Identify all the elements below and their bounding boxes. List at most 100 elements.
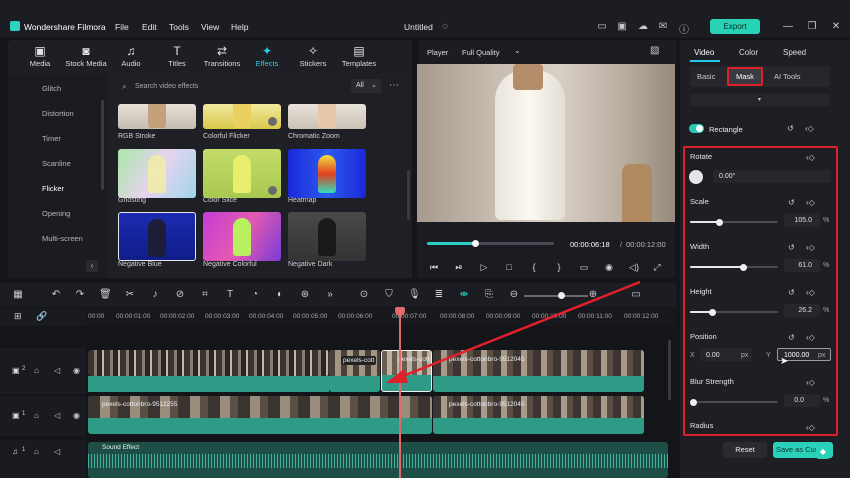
timeline-clip[interactable]: pexels-cottonbro-9512045 [433,396,644,434]
reset-icon[interactable]: ↺ [788,243,795,252]
blur-slider-knob[interactable] [689,398,697,406]
playback-progress[interactable] [427,240,554,247]
play-icon[interactable]: ▷ [478,262,490,273]
eye-icon[interactable]: ◉ [73,366,80,375]
timeline-clip[interactable]: pexels-cott [329,350,380,392]
ai-icon[interactable]: ⎘ [483,289,495,300]
keyframe-icon[interactable]: ‹◇ [806,333,815,342]
info-icon[interactable]: ⓘ [678,21,690,36]
keyframe-icon[interactable]: ‹◇ [806,288,815,297]
speaker-icon[interactable]: ◁ [54,411,60,420]
quality-dropdown[interactable]: Full Quality [462,48,500,57]
marker-icon[interactable]: ⛉ [383,289,395,300]
effect-thumb-rgb-stroke[interactable] [118,104,196,129]
category-opening[interactable]: Opening [42,209,70,218]
audio-mix-icon[interactable]: ≣ [433,289,445,300]
effect-thumb-heatmap[interactable] [288,149,366,198]
keyframe-icon[interactable]: ‹◇ [806,378,815,387]
audio-clip[interactable]: Sound Effect [88,442,668,478]
save-icon[interactable]: ▣ [616,21,628,32]
color-icon[interactable]: ◐ [274,289,286,300]
snap-icon[interactable]: ⇼ [458,289,470,300]
tab-transitions[interactable]: ⇄ Transitions [202,44,242,68]
category-multi-screen[interactable]: Multi-screen [42,234,83,243]
layout-grid-icon[interactable]: ▦ [12,289,24,300]
subtab-basic[interactable]: Basic [697,72,715,81]
category-distortion[interactable]: Distortion [42,109,74,118]
effect-thumb-negative-dark[interactable] [288,212,366,261]
search-input[interactable]: Search video effects [135,83,198,90]
snapshot-view-icon[interactable]: ▨ [650,45,659,56]
close-icon[interactable]: ✕ [830,21,842,32]
category-flicker[interactable]: Flicker [42,184,64,193]
collapse-panel-icon[interactable]: ‹ [86,260,98,272]
menu-help[interactable]: Help [231,22,248,32]
subtab-ai-tools[interactable]: AI Tools [774,72,801,81]
tab-stickers[interactable]: ✧ Stickers [298,44,328,68]
category-scrollbar[interactable] [101,100,104,190]
speaker-icon[interactable]: ◁ [54,366,60,375]
menu-file[interactable]: File [115,22,129,32]
tab-stock-media[interactable]: ◙ Stock Media [63,44,109,68]
category-scanline[interactable]: Scanline [42,159,71,168]
eye-icon[interactable]: ◉ [73,411,80,420]
play-frame-icon[interactable]: ⏯ [453,262,465,273]
effect-thumb-negative-blue[interactable] [118,212,196,261]
tab-templates[interactable]: ▤ Templates [340,44,378,68]
speed-icon[interactable]: ◔ [249,289,261,300]
folder-icon[interactable]: ⌂ [34,366,39,375]
playhead[interactable] [399,308,401,478]
effect-thumb-ghosting[interactable] [118,149,196,198]
tab-speed[interactable]: Speed [783,48,806,57]
reset-button[interactable]: Reset [723,442,767,458]
delete-icon[interactable]: 🗑 [99,289,112,300]
rotate-dial[interactable] [689,170,703,184]
mark-out-icon[interactable]: } [553,262,565,272]
more-tools-icon[interactable]: » [324,289,336,300]
minimize-icon[interactable]: — [782,21,794,32]
snapshot-icon[interactable]: ◉ [603,262,615,273]
tag-icon[interactable]: ⊘ [174,289,186,300]
folder-icon[interactable]: ⌂ [34,411,39,420]
display-icon[interactable]: ▭ [578,262,590,273]
gift-icon[interactable]: ✉ [657,21,669,32]
adjust-icon[interactable]: ⊛ [299,289,311,300]
folder-icon[interactable]: ⌂ [34,447,39,456]
stop-icon[interactable]: □ [503,262,515,272]
redo-icon[interactable]: ↷ [74,289,86,300]
reset-icon[interactable]: ↺ [788,333,795,342]
reset-icon[interactable]: ↺ [788,288,795,297]
width-slider[interactable] [690,263,778,271]
timeline-clip[interactable] [88,350,329,376]
cloud-icon[interactable]: ☁ [637,21,649,32]
split-icon[interactable]: ✂ [124,289,136,300]
tab-color[interactable]: Color [739,48,758,57]
prev-frame-icon[interactable]: ⏮ [428,262,440,273]
height-slider[interactable] [690,308,778,316]
mark-in-icon[interactable]: { [528,262,540,272]
timeline-scrollbar[interactable] [668,340,671,400]
effect-thumb-negative-colorful[interactable] [203,212,281,261]
volume-icon[interactable]: ◁) [628,262,640,273]
zoom-slider[interactable] [524,295,588,297]
effect-thumb-colorful-flicker[interactable] [203,104,281,129]
fullscreen-icon[interactable]: ⤢ [651,262,663,273]
effect-thumb-chromatic-zoom[interactable] [288,104,366,129]
add-track-icon[interactable]: ⊞ [14,311,22,322]
chevron-down-icon[interactable]: ⌄ [514,46,521,55]
zoom-slider-knob[interactable] [558,292,565,299]
height-slider-knob[interactable] [709,308,717,316]
tab-titles[interactable]: T Titles [165,44,189,68]
blur-slider[interactable] [689,398,778,406]
keyframe-icon[interactable]: ‹◇ [806,198,815,207]
menu-tools[interactable]: Tools [169,22,189,32]
voiceover-icon[interactable]: 🎙 [408,289,421,300]
audio-edit-icon[interactable]: ♪ [149,289,161,300]
zoom-in-icon[interactable]: ⊕ [587,289,599,300]
category-glitch[interactable]: Glitch [42,84,61,93]
scale-slider[interactable] [690,218,778,226]
crop-icon[interactable]: ⌗ [199,289,211,300]
render-icon[interactable]: ⊙ [358,289,370,300]
reset-icon[interactable]: ↺ [788,198,795,207]
export-button[interactable]: Export [710,19,760,34]
